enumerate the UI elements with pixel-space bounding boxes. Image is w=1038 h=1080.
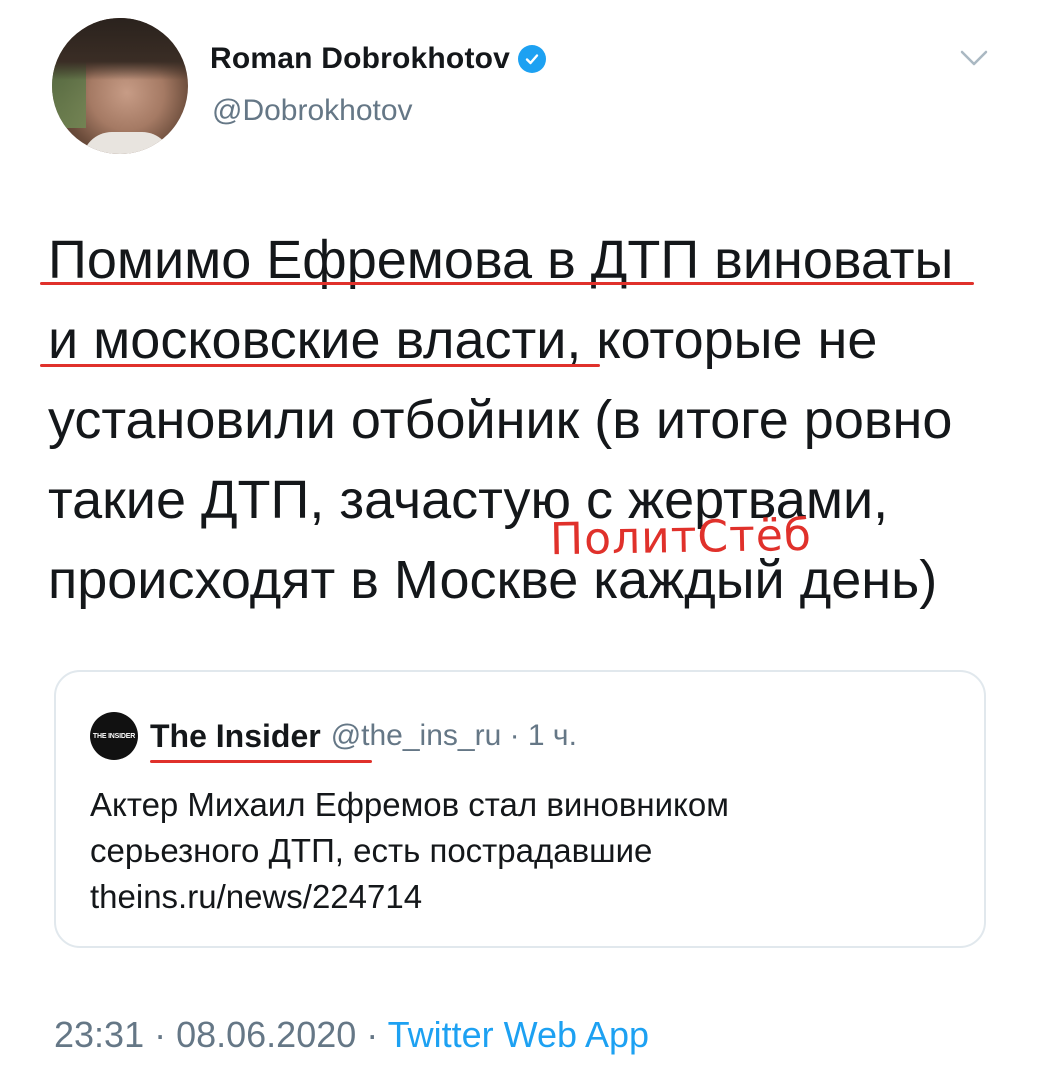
tweet-text: Помимо Ефремова в ДТП виноваты и московс…	[48, 220, 1008, 620]
quoted-tweet-header: THE INSIDER The Insider @the_ins_ru · 1 …	[90, 712, 577, 760]
tweet-source-app[interactable]: Twitter Web App	[388, 1014, 649, 1055]
quoted-author-name[interactable]: The Insider	[150, 718, 321, 755]
avatar-hair	[52, 18, 188, 80]
tweet-timestamp[interactable]: 23:31 · 08.06.2020 ·	[54, 1014, 388, 1055]
quoted-author-logo-text: THE INSIDER	[92, 732, 136, 740]
annotation-underline	[40, 364, 600, 367]
quoted-tweet-card[interactable]: THE INSIDER The Insider @the_ins_ru · 1 …	[54, 670, 986, 948]
watermark-text: ПолитСтёб	[549, 509, 813, 566]
quoted-author-avatar[interactable]: THE INSIDER	[90, 712, 138, 760]
tweet-footer: 23:31 · 08.06.2020 · Twitter Web App	[54, 1014, 649, 1056]
tweet-line: такие ДТП, зачастую с жертвами,	[48, 470, 889, 530]
annotation-underline	[40, 282, 974, 285]
tweet-line: установили отбойник (в итоге ровно	[48, 390, 953, 450]
tweet-line: происходят в Москве каждый день)	[48, 550, 938, 610]
quoted-author-meta: @the_ins_ru · 1 ч.	[330, 719, 577, 752]
quoted-tweet-text: Актер Михаил Ефремов стал виновником сер…	[90, 782, 950, 920]
quoted-tweet-line: серьезного ДТП, есть пострадавшие	[90, 832, 653, 869]
quoted-tweet-line: Актер Михаил Ефремов стал виновником	[90, 786, 729, 823]
quoted-tweet-link[interactable]: theins.ru/news/224714	[90, 874, 950, 920]
author-handle[interactable]: @Dobrokhotov	[212, 94, 413, 128]
chevron-down-icon[interactable]	[958, 48, 990, 68]
author-display-name[interactable]: Roman Dobrokhotov	[210, 42, 510, 76]
tweet-line: Помимо Ефремова в ДТП виноваты	[48, 230, 954, 290]
tweet-line: и московские власти, которые не	[48, 310, 878, 370]
verified-badge-icon	[518, 45, 547, 73]
author-name-row[interactable]: Roman Dobrokhotov	[210, 42, 547, 76]
avatar-shirt	[82, 132, 172, 154]
author-avatar[interactable]	[52, 18, 188, 154]
